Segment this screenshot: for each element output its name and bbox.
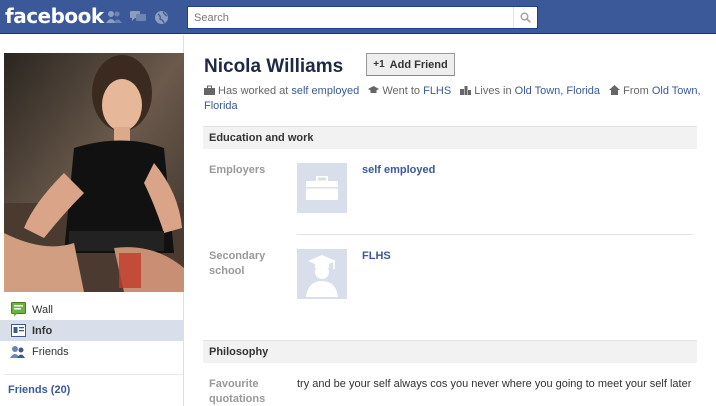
fact-school-link[interactable]: FLHS bbox=[423, 85, 451, 97]
fact-lives: Lives in Old Town, Florida bbox=[460, 85, 603, 97]
fact-from-link-part-2: Florida bbox=[204, 100, 238, 112]
fact-lives-prefix: Lives in bbox=[474, 85, 512, 97]
add-friend-icon: +1 bbox=[373, 59, 385, 70]
wall-icon bbox=[10, 302, 26, 318]
row-divider bbox=[297, 234, 693, 235]
search-icon bbox=[520, 12, 531, 23]
secondary-school-label-line-1: Secondary bbox=[209, 250, 266, 262]
city-icon bbox=[460, 86, 472, 95]
employer-thumbnail[interactable] bbox=[297, 163, 347, 213]
employers-label: Employers bbox=[209, 164, 266, 176]
add-friend-button[interactable]: +1 Add Friend bbox=[366, 53, 455, 76]
search-input[interactable] bbox=[188, 7, 513, 28]
sidebar-divider bbox=[4, 374, 183, 375]
nav-item-wall[interactable]: Wall bbox=[0, 299, 184, 320]
profile-nav: Wall Info Friends bbox=[0, 299, 184, 362]
search-box bbox=[187, 6, 538, 29]
friends-icon bbox=[10, 344, 26, 360]
school-link[interactable]: FLHS bbox=[362, 250, 391, 262]
secondary-school-label-line-2: school bbox=[209, 265, 245, 277]
section-education-work-title: Education and work bbox=[203, 126, 697, 149]
employer-link[interactable]: self employed bbox=[362, 164, 435, 176]
nav-item-label: Info bbox=[32, 324, 53, 337]
add-friend-label: Add Friend bbox=[389, 58, 448, 71]
nav-item-friends[interactable]: Friends bbox=[0, 341, 184, 362]
nav-item-label: Wall bbox=[32, 303, 53, 316]
search-button[interactable] bbox=[513, 7, 537, 28]
school-thumbnail[interactable] bbox=[297, 249, 347, 299]
facebook-logo[interactable]: facebook bbox=[5, 4, 104, 28]
left-column: Wall Info Friends Friends (20) bbox=[0, 35, 184, 406]
fact-school-prefix: Went to bbox=[382, 85, 421, 97]
friend-requests-icon[interactable] bbox=[104, 8, 123, 26]
graduation-cap-icon bbox=[368, 86, 380, 93]
profile-picture[interactable] bbox=[4, 53, 184, 292]
section-philosophy-title: Philosophy bbox=[203, 340, 697, 363]
favourite-quotations-label-line-2: quotations bbox=[209, 393, 266, 405]
friends-count-link[interactable]: Friends (20) bbox=[8, 384, 70, 396]
profile-summary: Has worked at self employed Went to FLHS… bbox=[204, 84, 704, 114]
fact-from-link-part-1: Old Town, bbox=[651, 85, 701, 97]
fact-work-prefix: Has worked at bbox=[218, 85, 289, 97]
top-bar: facebook bbox=[0, 0, 716, 34]
notifications-globe-icon[interactable] bbox=[152, 8, 171, 26]
fact-work-link[interactable]: self employed bbox=[291, 85, 359, 97]
favourite-quotations-label-line-1: Favourite bbox=[209, 378, 259, 390]
notification-jewels bbox=[104, 8, 171, 26]
profile-name[interactable]: Nicola Williams bbox=[204, 56, 343, 78]
secondary-school-label: Secondary school bbox=[209, 249, 265, 279]
nav-item-info[interactable]: Info bbox=[0, 320, 184, 341]
fact-from-prefix: From bbox=[623, 85, 649, 97]
messages-icon[interactable] bbox=[128, 8, 147, 26]
briefcase-icon bbox=[204, 85, 215, 95]
info-icon bbox=[10, 323, 26, 339]
graduate-icon bbox=[306, 255, 338, 297]
fact-lives-link[interactable]: Old Town, Florida bbox=[515, 85, 600, 97]
fact-school: Went to FLHS bbox=[368, 85, 454, 97]
fact-work: Has worked at self employed bbox=[204, 85, 362, 97]
favourite-quotations-label: Favourite quotations bbox=[209, 377, 265, 406]
home-icon bbox=[609, 85, 621, 95]
nav-item-label: Friends bbox=[32, 345, 69, 358]
favourite-quotation-text: try and be your self always cos you neve… bbox=[297, 378, 692, 390]
briefcase-icon bbox=[306, 176, 338, 200]
